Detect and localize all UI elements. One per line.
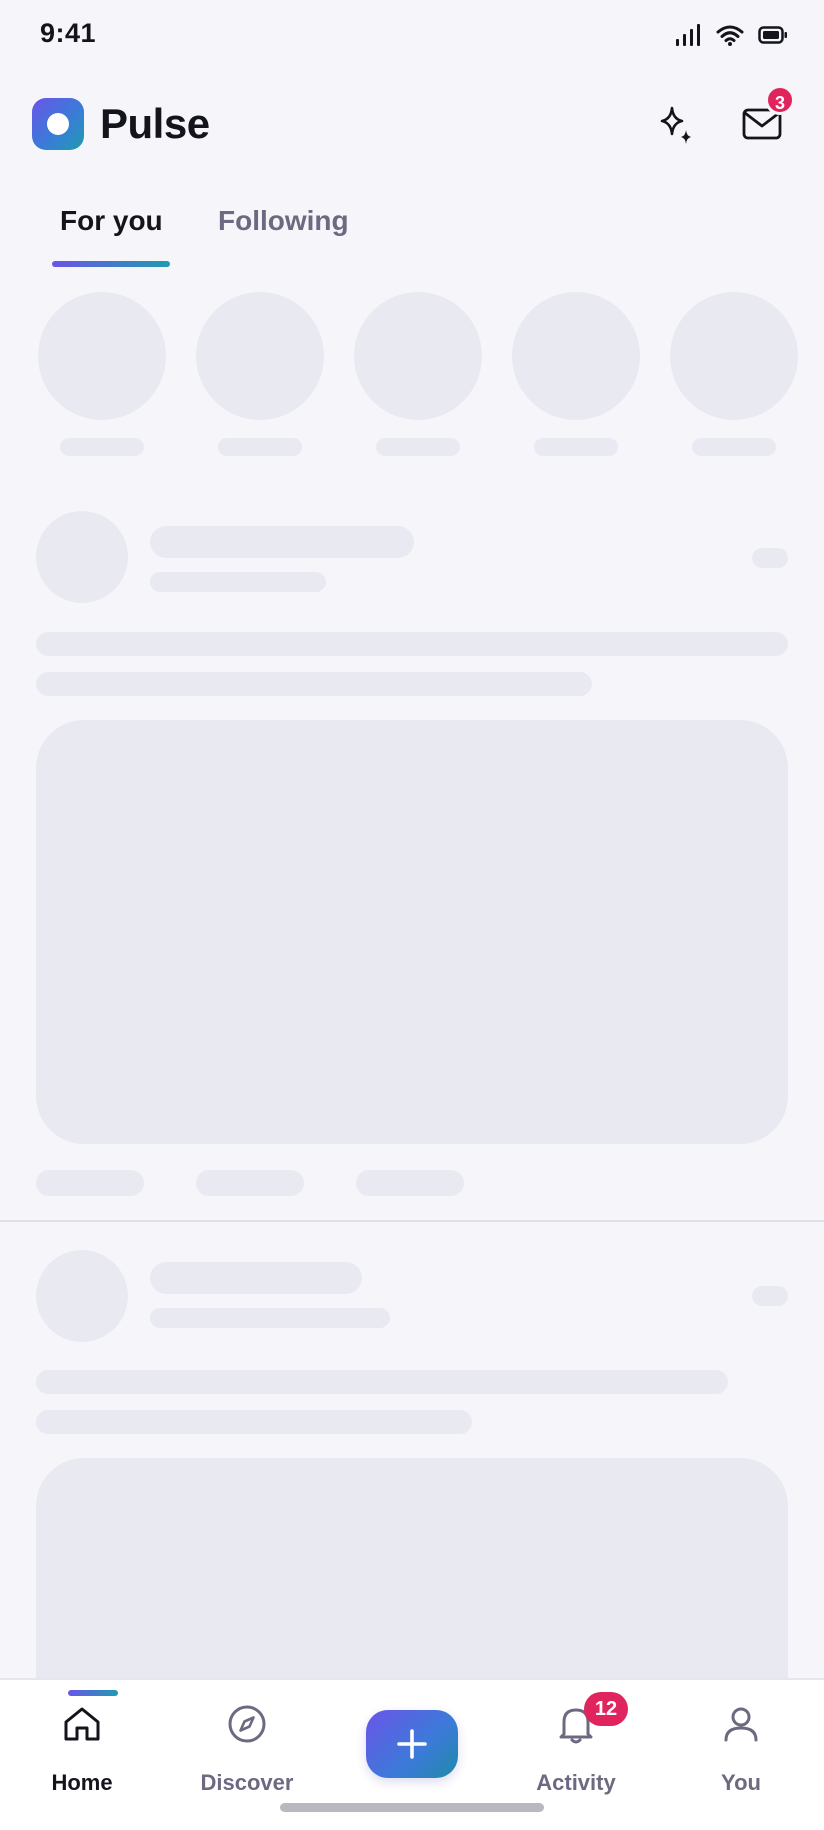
feed-tabs: For you Following <box>0 195 824 275</box>
story-skeleton <box>512 292 640 420</box>
post-meta-skeleton <box>150 1308 390 1328</box>
post-action-skeleton <box>36 1170 144 1196</box>
nav-activity-label: Activity <box>536 1770 616 1795</box>
battery-icon <box>758 26 788 44</box>
status-bar: 9:41 <box>0 0 824 70</box>
story-skeleton <box>38 292 166 420</box>
mail-badge: 3 <box>765 85 795 115</box>
nav-you-label: You <box>721 1770 761 1795</box>
nav-home-label: Home <box>51 1770 113 1795</box>
story-skeleton <box>196 292 324 420</box>
sparkle-button[interactable] <box>652 102 700 150</box>
pulse-logo <box>32 98 84 150</box>
nav-discover-label: Discover <box>200 1770 294 1795</box>
post-menu-skeleton <box>752 1286 788 1306</box>
create-post-button[interactable] <box>366 1710 458 1778</box>
post-text-skeleton <box>36 672 592 696</box>
wifi-icon <box>716 24 744 46</box>
signal-icon <box>676 24 702 46</box>
post-meta-skeleton <box>150 572 326 592</box>
post-action-skeleton <box>356 1170 464 1196</box>
story-label-skeleton <box>376 438 460 456</box>
nav-home[interactable]: Home <box>12 1680 152 1800</box>
post-avatar-skeleton <box>36 1250 128 1342</box>
story-label-skeleton <box>218 438 302 456</box>
story-skeleton <box>670 292 798 420</box>
story-label-skeleton <box>60 438 144 456</box>
tab-for-you[interactable]: For you <box>60 205 163 237</box>
app-header: Pulse 3 <box>0 85 824 160</box>
post-text-skeleton <box>36 632 788 656</box>
status-icons <box>676 24 788 46</box>
app-title: Pulse <box>100 100 210 147</box>
story-label-skeleton <box>692 438 776 456</box>
user-icon <box>719 1702 763 1751</box>
post-text-skeleton <box>36 1410 472 1434</box>
active-tab-indicator <box>52 261 170 267</box>
post-media-skeleton <box>36 720 788 1144</box>
home-indicator[interactable] <box>280 1803 544 1812</box>
activity-badge: 12 <box>584 1692 628 1726</box>
story-label-skeleton <box>534 438 618 456</box>
plus-icon <box>397 1729 427 1759</box>
nav-you[interactable]: You <box>671 1680 811 1800</box>
post-author-skeleton <box>150 526 414 558</box>
compass-icon <box>225 1702 269 1751</box>
post-avatar-skeleton <box>36 511 128 603</box>
nav-active-indicator <box>68 1690 118 1696</box>
post-action-skeleton <box>196 1170 304 1196</box>
sparkle-icon <box>660 106 691 144</box>
post-author-skeleton <box>150 1262 362 1294</box>
story-skeleton <box>354 292 482 420</box>
tab-following[interactable]: Following <box>218 205 349 237</box>
nav-discover[interactable]: Discover <box>177 1680 317 1800</box>
post-menu-skeleton <box>752 548 788 568</box>
status-time: 9:41 <box>40 18 97 48</box>
nav-activity[interactable]: Activity <box>506 1680 646 1800</box>
home-icon <box>60 1702 104 1751</box>
post-divider <box>0 1220 824 1222</box>
post-text-skeleton <box>36 1370 728 1394</box>
